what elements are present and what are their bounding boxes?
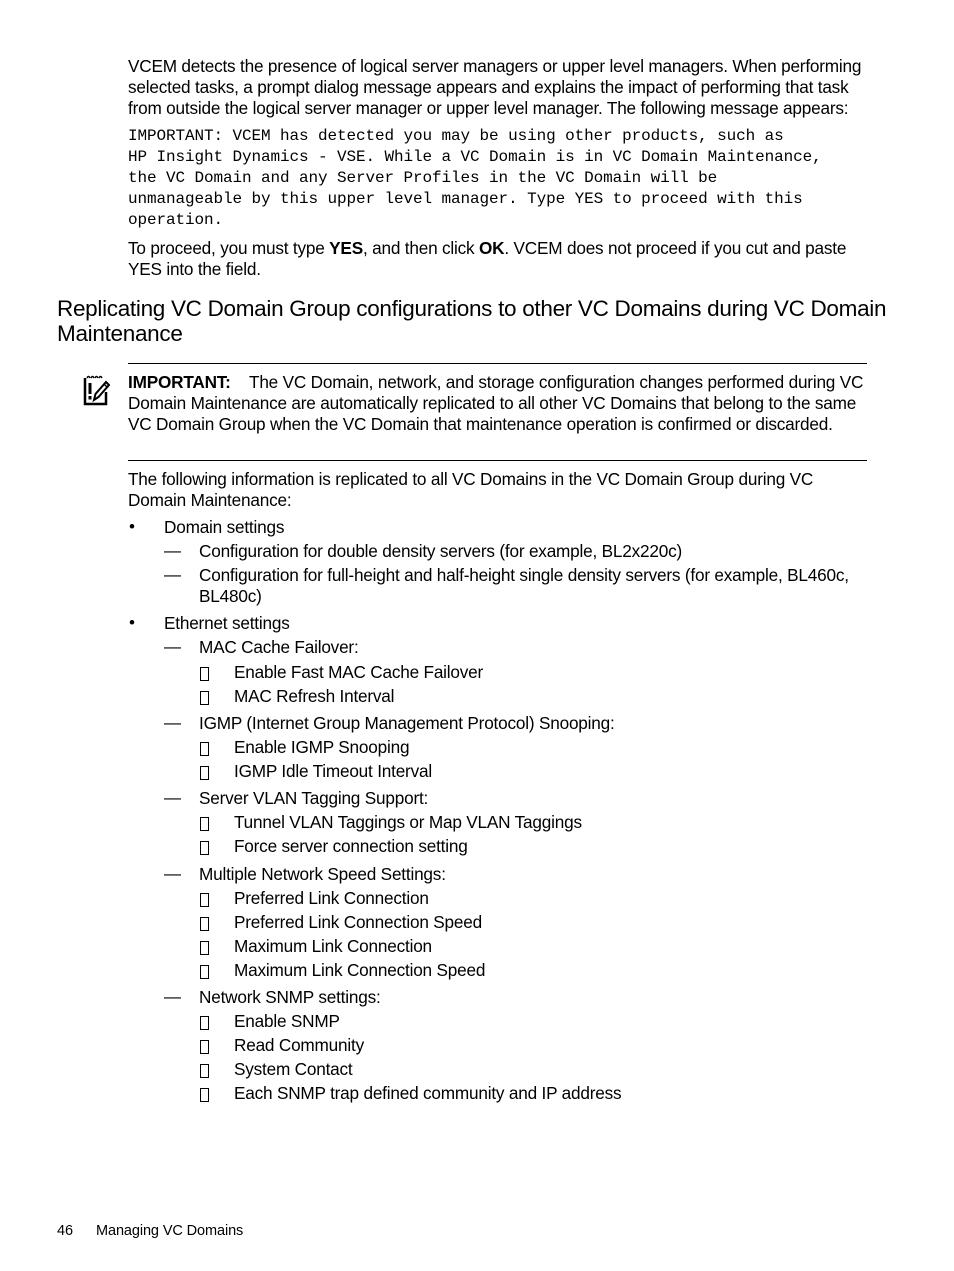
message-line: the VC Domain and any Server Profiles in…	[128, 169, 718, 187]
square-bullet-icon	[200, 817, 209, 831]
important-text: The VC Domain, network, and storage conf…	[128, 372, 864, 434]
list-item: Read Community	[234, 1035, 364, 1055]
list-item: Server VLAN Tagging Support:	[199, 788, 429, 808]
square-bullet-icon	[200, 965, 209, 979]
page-number: 46	[57, 1223, 73, 1239]
list-item: Domain settings	[164, 517, 285, 537]
list-item: Maximum Link Connection Speed	[234, 960, 486, 980]
message-line: operation.	[128, 211, 224, 229]
square-bullet-icon	[200, 1040, 209, 1054]
divider	[128, 363, 867, 364]
dash-icon: —	[164, 637, 181, 656]
dash-icon: —	[164, 713, 181, 732]
text: To proceed, you must type	[128, 238, 330, 258]
bullet-icon: •	[129, 517, 135, 536]
list-item: Preferred Link Connection Speed	[234, 912, 482, 932]
list-item: Enable IGMP Snooping	[234, 737, 410, 757]
square-bullet-icon	[200, 1064, 209, 1078]
square-bullet-icon	[200, 893, 209, 907]
square-bullet-icon	[200, 917, 209, 931]
dash-icon: —	[164, 541, 181, 560]
bullet-icon: •	[129, 613, 135, 632]
list-item: Ethernet settings	[164, 613, 290, 633]
square-bullet-icon	[200, 742, 209, 756]
section-heading: Replicating VC Domain Group configuratio…	[57, 296, 887, 346]
list-item: Configuration for full-height and half-h…	[199, 565, 849, 606]
dash-icon: —	[164, 788, 181, 807]
important-note: IMPORTANT: The VC Domain, network, and s…	[128, 372, 870, 435]
list-item: IGMP Idle Timeout Interval	[234, 761, 432, 781]
proceed-paragraph: To proceed, you must type YES, and then …	[128, 238, 870, 280]
important-note-icon	[83, 375, 110, 406]
list-item: Multiple Network Speed Settings:	[199, 864, 446, 884]
lead-paragraph: The following information is replicated …	[128, 469, 814, 510]
square-bullet-icon	[200, 941, 209, 955]
message-line: unmanageable by this upper level manager…	[128, 190, 803, 208]
dash-icon: —	[164, 565, 181, 584]
square-bullet-icon	[200, 841, 209, 855]
list-item: Enable Fast MAC Cache Failover	[234, 662, 484, 682]
chapter-title: Managing VC Domains	[96, 1223, 244, 1239]
list-item: Preferred Link Connection	[234, 888, 429, 908]
list-item: Each SNMP trap defined community and IP …	[234, 1083, 622, 1103]
list-item: MAC Refresh Interval	[234, 686, 395, 706]
list-item: IGMP (Internet Group Management Protocol…	[199, 713, 615, 733]
square-bullet-icon	[200, 1016, 209, 1030]
list-item: Configuration for double density servers…	[199, 541, 683, 561]
dash-icon: —	[164, 864, 181, 883]
square-bullet-icon	[200, 691, 209, 705]
square-bullet-icon	[200, 766, 209, 780]
dash-icon: —	[164, 987, 181, 1006]
text: , and then click	[362, 238, 479, 258]
list-item: MAC Cache Failover:	[199, 637, 359, 657]
list-item: Force server connection setting	[234, 836, 468, 856]
yes-keyword: YES	[329, 238, 363, 258]
list-item: Maximum Link Connection	[234, 936, 432, 956]
intro-paragraph: VCEM detects the presence of logical ser…	[128, 56, 862, 118]
square-bullet-icon	[200, 1088, 209, 1102]
message-line: IMPORTANT: VCEM has detected you may be …	[128, 127, 784, 145]
list-item: Tunnel VLAN Taggings or Map VLAN Tagging…	[234, 812, 582, 832]
divider	[128, 460, 867, 461]
list-item: Enable SNMP	[234, 1011, 340, 1031]
ok-keyword: OK	[479, 238, 505, 258]
list-item: Network SNMP settings:	[199, 987, 381, 1007]
square-bullet-icon	[200, 667, 209, 681]
message-line: HP Insight Dynamics - VSE. While a VC Do…	[128, 148, 822, 166]
list-item: System Contact	[234, 1059, 353, 1079]
important-label: IMPORTANT:	[128, 372, 231, 392]
